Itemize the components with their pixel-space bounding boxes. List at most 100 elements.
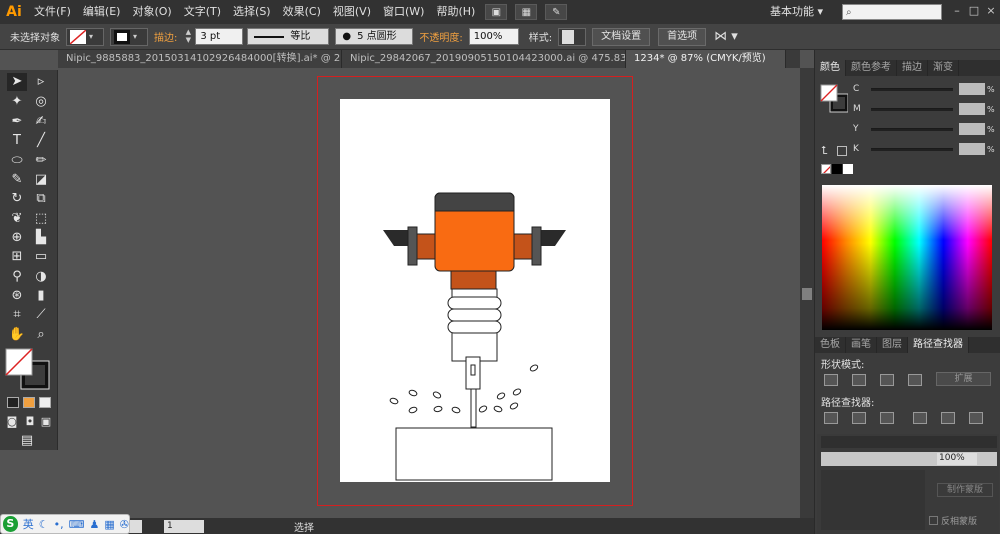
- cyan-slider[interactable]: C %: [853, 82, 999, 96]
- fill-swatch-dropdown[interactable]: ▾: [66, 27, 104, 46]
- stroke-swatch-dropdown[interactable]: ▾: [110, 27, 148, 46]
- channel-value-field[interactable]: [959, 103, 985, 115]
- intersect-icon[interactable]: [880, 374, 894, 386]
- doc-tab[interactable]: Nipic_9885883_20150314102926484000[转换].a…: [58, 50, 342, 68]
- none-mode-icon[interactable]: [39, 397, 51, 408]
- merge-icon[interactable]: [880, 412, 894, 424]
- search-input[interactable]: ⌕: [842, 4, 942, 20]
- warp-tool-icon[interactable]: ❦: [7, 210, 27, 228]
- tab-swatches[interactable]: 色板: [815, 337, 846, 353]
- expand-button[interactable]: 扩展: [936, 372, 991, 386]
- gradient-tool-icon[interactable]: ▭: [31, 248, 51, 266]
- menu-effect[interactable]: 效果(C): [277, 0, 327, 24]
- slider-track[interactable]: [871, 87, 953, 91]
- lasso-tool-icon[interactable]: ◎: [31, 93, 51, 111]
- color-panel-fill-stroke[interactable]: [820, 80, 848, 120]
- menu-view[interactable]: 视图(V): [327, 0, 377, 24]
- ellipse-tool-icon[interactable]: ⬭: [7, 152, 27, 170]
- moon-icon[interactable]: ☾: [39, 518, 49, 531]
- make-mask-button[interactable]: 制作蒙版: [937, 483, 993, 497]
- color-mode-icon[interactable]: [7, 397, 19, 408]
- divide-icon[interactable]: [824, 412, 838, 424]
- minimize-icon[interactable]: –: [950, 4, 964, 18]
- transparency-opacity-field[interactable]: 100%: [937, 453, 977, 465]
- exclude-icon[interactable]: [908, 374, 922, 386]
- wrench-icon[interactable]: ✇: [120, 518, 129, 531]
- pencil-tool-icon[interactable]: ✎: [7, 171, 27, 189]
- vertical-scroll-thumb[interactable]: [802, 288, 812, 300]
- draw-normal-icon[interactable]: ◙: [4, 413, 20, 431]
- stroke-profile-dropdown[interactable]: 等比: [247, 28, 330, 45]
- yellow-slider[interactable]: Y %: [853, 122, 999, 136]
- slider-track[interactable]: [871, 147, 953, 151]
- document-setup-button[interactable]: 文档设置: [592, 27, 651, 46]
- column-graph-tool-icon[interactable]: ▮: [31, 287, 51, 305]
- menu-window[interactable]: 窗口(W): [377, 0, 430, 24]
- keyboard-icon[interactable]: ⌨: [69, 518, 85, 531]
- preferences-button[interactable]: 首选项: [658, 27, 707, 46]
- doc-tab[interactable]: Nipic_29842067_20190905150104423000.ai @…: [342, 50, 626, 68]
- paintbrush-tool-icon[interactable]: ✏: [31, 152, 51, 170]
- eyedropper-tool-icon[interactable]: ⚲: [7, 268, 27, 286]
- skin-icon[interactable]: ♟: [90, 518, 100, 531]
- slider-track[interactable]: [871, 107, 953, 111]
- shape-builder-tool-icon[interactable]: ⊕: [7, 229, 27, 247]
- artboard-number-field[interactable]: 1: [164, 519, 204, 533]
- curvature-tool-icon[interactable]: ✍: [31, 113, 51, 131]
- maximize-icon[interactable]: □: [967, 4, 981, 18]
- align-options-icon[interactable]: ⋈ ▾: [714, 29, 738, 44]
- draw-behind-icon[interactable]: ◘: [22, 413, 38, 431]
- vertical-scrollbar[interactable]: [800, 68, 814, 518]
- gpu-performance-icon[interactable]: ✎: [545, 4, 568, 20]
- color-spectrum[interactable]: [822, 185, 992, 330]
- minus-back-icon[interactable]: [969, 412, 983, 424]
- menu-help[interactable]: 帮助(H): [430, 0, 481, 24]
- grid-icon[interactable]: ▦: [104, 518, 114, 531]
- menu-select[interactable]: 选择(S): [227, 0, 277, 24]
- slice-tool-icon[interactable]: ⟋: [31, 306, 51, 324]
- tab-color-guide[interactable]: 颜色参考: [846, 60, 897, 76]
- doc-tab-active[interactable]: 1234* @ 87% (CMYK/预览): [626, 50, 786, 68]
- blend-tool-icon[interactable]: ◑: [31, 268, 51, 286]
- screen-mode-icon[interactable]: ▤: [17, 432, 37, 450]
- none-color-icon[interactable]: [821, 164, 831, 174]
- workspace-switcher[interactable]: 基本功能 ▾: [770, 0, 823, 24]
- invert-mask-checkbox[interactable]: [929, 516, 938, 525]
- canvas[interactable]: [58, 68, 800, 518]
- magic-wand-tool-icon[interactable]: ✦: [7, 93, 27, 111]
- arrange-documents-icon[interactable]: ▦: [515, 4, 538, 20]
- slider-track[interactable]: [871, 127, 953, 131]
- crop-icon[interactable]: [913, 412, 927, 424]
- minus-front-icon[interactable]: [852, 374, 866, 386]
- zoom-tool-icon[interactable]: ⌕: [31, 326, 51, 344]
- tab-stroke[interactable]: 描边: [897, 60, 928, 76]
- ime-logo[interactable]: S: [3, 516, 18, 532]
- eraser-tool-icon[interactable]: ◪: [31, 171, 51, 189]
- white-color-icon[interactable]: [843, 164, 853, 174]
- ime-language[interactable]: 英: [23, 516, 34, 532]
- type-tool-icon[interactable]: T: [7, 132, 27, 150]
- tab-color[interactable]: 颜色: [815, 60, 846, 76]
- selection-tool-icon[interactable]: ➤: [7, 73, 27, 91]
- artboard[interactable]: [340, 99, 610, 482]
- hand-tool-icon[interactable]: ✋: [7, 326, 27, 344]
- magenta-slider[interactable]: M %: [853, 102, 999, 116]
- symbol-sprayer-tool-icon[interactable]: ⊛: [7, 287, 27, 305]
- web-safe-icon[interactable]: [837, 146, 847, 156]
- perspective-grid-tool-icon[interactable]: ▙: [31, 229, 51, 247]
- rotate-tool-icon[interactable]: ↻: [7, 190, 27, 208]
- menu-object[interactable]: 对象(O): [126, 0, 177, 24]
- drill-illustration[interactable]: [340, 99, 610, 482]
- brush-dropdown[interactable]: ● 5 点圆形: [335, 28, 414, 45]
- channel-value-field[interactable]: [959, 143, 985, 155]
- bridge-icon[interactable]: ▣: [485, 4, 508, 20]
- graphic-style-dropdown[interactable]: [558, 27, 587, 46]
- tab-gradient[interactable]: 渐变: [928, 60, 959, 76]
- pen-tool-icon[interactable]: ✒: [7, 113, 27, 131]
- free-transform-tool-icon[interactable]: ⬚: [31, 210, 51, 228]
- out-of-gamut-icon[interactable]: ⮤: [821, 144, 828, 158]
- opacity-label[interactable]: 不透明度:: [419, 29, 462, 44]
- unite-icon[interactable]: [824, 374, 838, 386]
- trim-icon[interactable]: [852, 412, 866, 424]
- line-tool-icon[interactable]: ╱: [31, 132, 51, 150]
